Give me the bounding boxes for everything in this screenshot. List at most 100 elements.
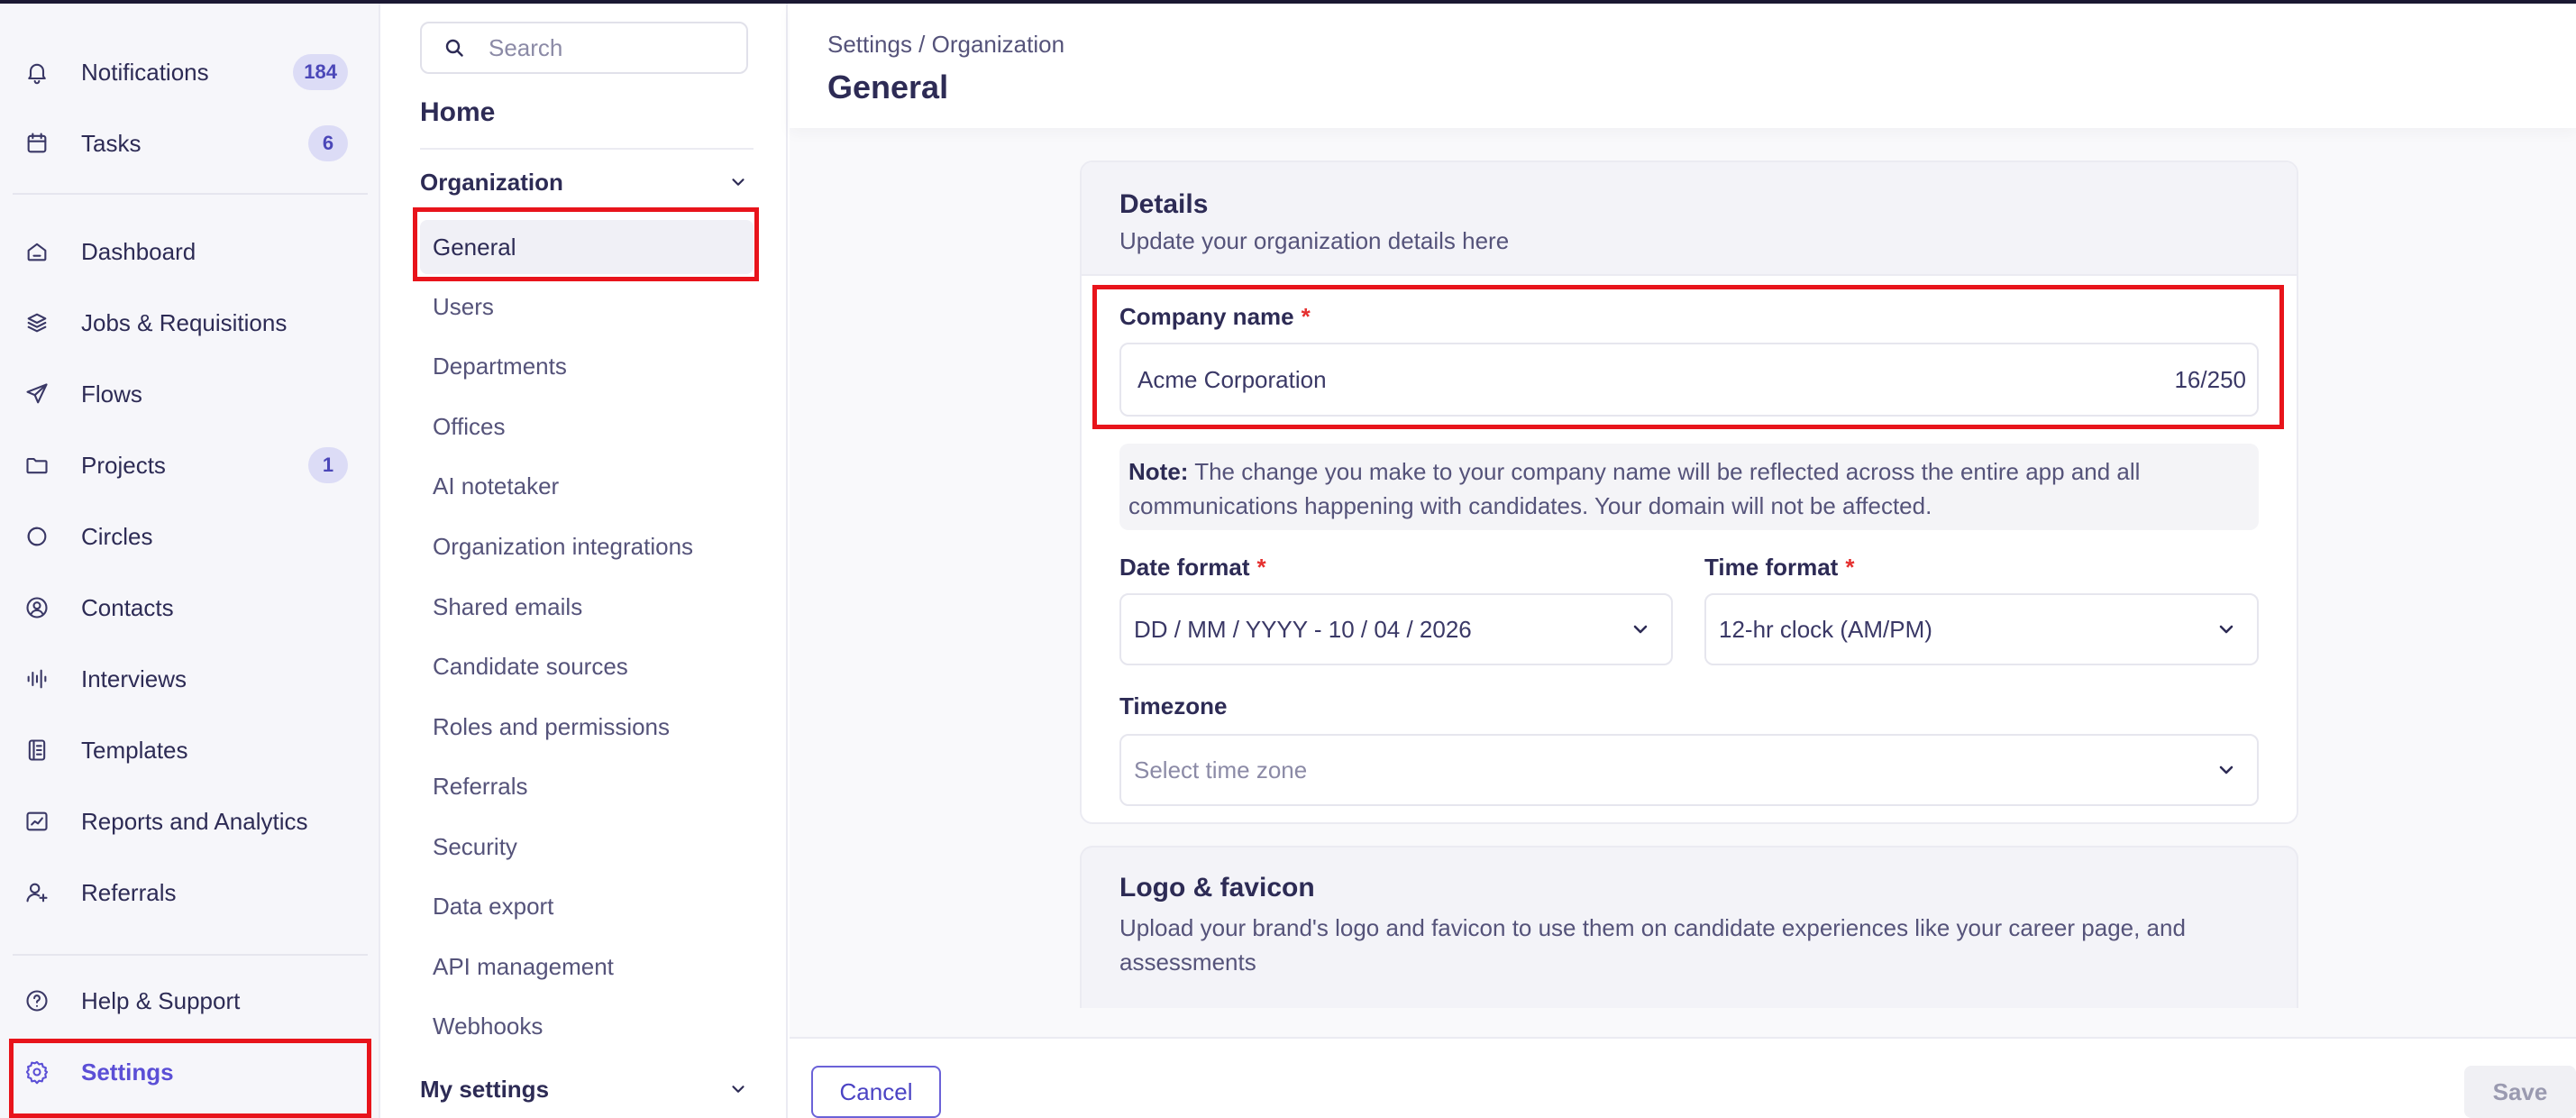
subnav-item-api-management[interactable]: API management (420, 939, 754, 994)
circles-icon (23, 523, 50, 550)
sidebar-item-templates[interactable]: Templates (13, 721, 368, 779)
organization-group-toggle[interactable]: Organization (420, 164, 754, 200)
sidebar-item-contacts[interactable]: Contacts (13, 579, 368, 637)
required-asterisk: * (1301, 303, 1311, 330)
projects-count-badge: 1 (308, 447, 348, 483)
company-name-note: Note: The change you make to your compan… (1119, 444, 2259, 530)
organization-group-label: Organization (420, 168, 563, 196)
subnav-item-candidate-sources[interactable]: Candidate sources (420, 639, 754, 693)
timezone-select[interactable]: Select time zone (1119, 734, 2259, 806)
logo-favicon-subtitle: Upload your brand's logo and favicon to … (1119, 914, 2186, 976)
chevron-down-icon (732, 1086, 744, 1093)
details-title: Details (1119, 189, 1209, 219)
chart-icon (23, 808, 50, 835)
company-name-label: Company name * (1119, 303, 1311, 331)
subnav-item-users[interactable]: Users (420, 280, 754, 334)
settings-main-panel: Settings / Organization General Details … (790, 4, 2576, 1118)
home-icon (23, 238, 50, 265)
time-format-label-text: Time format (1704, 554, 1839, 581)
required-asterisk: * (1256, 554, 1266, 581)
note-text: The change you make to your company name… (1128, 458, 2141, 519)
subnav-item-departments[interactable]: Departments (420, 339, 754, 393)
page-header: Settings / Organization General (790, 4, 2576, 128)
sidebar-item-reports-analytics[interactable]: Reports and Analytics (13, 793, 368, 850)
chevron-down-icon (1633, 625, 1648, 634)
settings-search-box (420, 22, 748, 74)
time-format-value: 12-hr clock (AM/PM) (1719, 615, 1932, 643)
template-icon (23, 737, 50, 764)
subnav-item-organization-integrations[interactable]: Organization integrations (420, 519, 754, 573)
sidebar-item-jobs-requisitions[interactable]: Jobs & Requisitions (13, 294, 368, 352)
calendar-icon (23, 130, 50, 157)
company-name-label-text: Company name (1119, 303, 1294, 330)
audio-wave-icon (23, 665, 50, 692)
sidebar-item-dashboard[interactable]: Dashboard (13, 223, 368, 280)
logo-favicon-card: Logo & favicon Upload your brand's logo … (1080, 846, 2298, 1008)
sidebar-item-label: Templates (81, 736, 188, 764)
sidebar-item-circles[interactable]: Circles (13, 508, 368, 565)
subnav-item-shared-emails[interactable]: Shared emails (420, 580, 754, 634)
user-circle-icon (23, 594, 50, 621)
subnav-item-general[interactable]: General (420, 220, 754, 274)
company-name-input[interactable]: Acme Corporation 16/250 (1119, 343, 2259, 417)
time-format-label: Time format * (1704, 554, 1854, 582)
sidebar-item-label: Help & Support (81, 986, 241, 1014)
company-name-value: Acme Corporation (1137, 365, 1327, 393)
character-counter: 16/250 (2174, 365, 2246, 393)
required-asterisk: * (1845, 554, 1855, 581)
cancel-button[interactable]: Cancel (811, 1066, 941, 1118)
timezone-placeholder: Select time zone (1134, 756, 1308, 784)
chevron-down-icon (2219, 625, 2233, 634)
sidebar-item-tasks[interactable]: Tasks 6 (13, 115, 368, 172)
sidebar-item-label: Dashboard (81, 237, 196, 265)
settings-subnav: Home Organization General Users Departme… (382, 4, 788, 1118)
subnav-item-referrals[interactable]: Referrals (420, 759, 754, 813)
sidebar-item-interviews[interactable]: Interviews (13, 650, 368, 708)
notifications-count-badge: 184 (293, 54, 348, 90)
sidebar-item-settings[interactable]: Settings (13, 1043, 368, 1101)
chevron-down-icon (2219, 765, 2233, 774)
sidebar-item-label: Notifications (81, 58, 209, 86)
sidebar-item-label: Tasks (81, 129, 142, 157)
my-settings-group-label: My settings (420, 1075, 550, 1103)
user-plus-icon (23, 879, 50, 906)
subnav-item-offices[interactable]: Offices (420, 399, 754, 454)
search-icon (445, 39, 463, 57)
save-button[interactable]: Save (2464, 1066, 2576, 1118)
my-settings-group-toggle[interactable]: My settings (420, 1071, 754, 1107)
sidebar-item-label: Interviews (81, 664, 187, 692)
bell-icon (23, 59, 50, 86)
details-subtitle: Update your organization details here (1119, 227, 1510, 254)
sidebar-item-flows[interactable]: Flows (13, 365, 368, 423)
settings-search-input[interactable] (489, 33, 732, 62)
send-icon (23, 380, 50, 408)
layers-icon (23, 309, 50, 336)
chevron-down-icon (732, 179, 744, 186)
subnav-item-security[interactable]: Security (420, 820, 754, 874)
form-footer: Cancel Save (790, 1037, 2576, 1118)
subnav-home-link[interactable]: Home (420, 97, 495, 128)
sidebar-divider (13, 193, 368, 195)
details-card: Details Update your organization details… (1080, 160, 2298, 824)
time-format-select[interactable]: 12-hr clock (AM/PM) (1704, 593, 2259, 665)
subnav-item-webhooks[interactable]: Webhooks (420, 999, 754, 1053)
subnav-item-roles-permissions[interactable]: Roles and permissions (420, 700, 754, 754)
sidebar-item-label: Jobs & Requisitions (81, 308, 288, 336)
subnav-divider (420, 148, 754, 150)
date-format-select[interactable]: DD / MM / YYYY - 10 / 04 / 2026 (1119, 593, 1673, 665)
sidebar-item-label: Referrals (81, 878, 177, 906)
sidebar-item-notifications[interactable]: Notifications 184 (13, 43, 368, 101)
note-label: Note: (1128, 458, 1189, 485)
sidebar-item-label: Contacts (81, 593, 174, 621)
details-card-header: Details Update your organization details… (1082, 162, 2297, 276)
subnav-item-data-export[interactable]: Data export (420, 879, 754, 933)
sidebar-divider (13, 954, 368, 956)
sidebar-item-projects[interactable]: Projects 1 (13, 436, 368, 494)
help-circle-icon (23, 987, 50, 1014)
sidebar-item-help-support[interactable]: Help & Support (13, 972, 368, 1030)
subnav-item-ai-notetaker[interactable]: AI notetaker (420, 459, 754, 513)
sidebar-item-referrals[interactable]: Referrals (13, 864, 368, 921)
page-title: General (827, 69, 949, 105)
folder-icon (23, 452, 50, 479)
tasks-count-badge: 6 (308, 125, 348, 161)
